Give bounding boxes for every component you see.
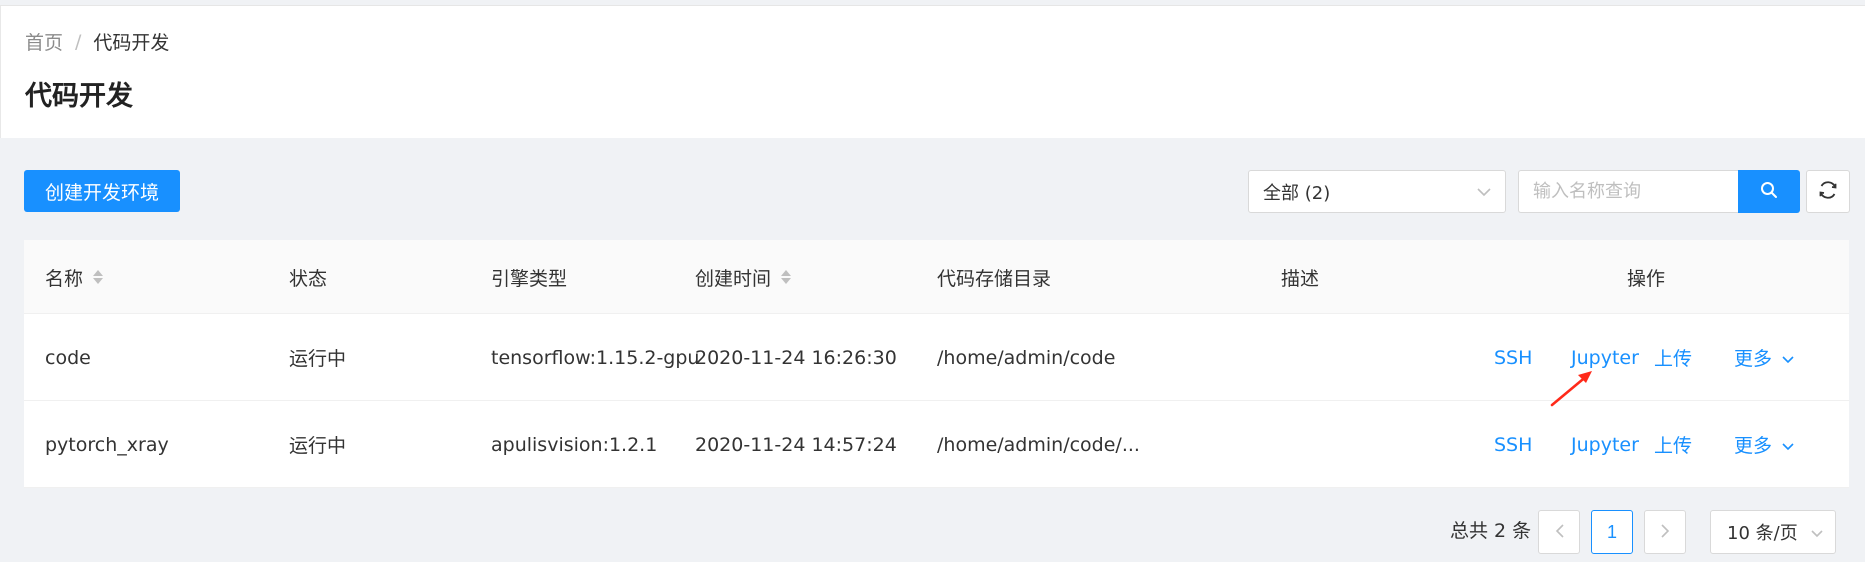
column-label: 创建时间 [695,267,772,290]
upload-link[interactable]: 上传 [1654,314,1692,401]
cell-engine: tensorflow:1.15.2-gpu [491,346,700,369]
breadcrumb-home[interactable]: 首页 [25,28,63,55]
sort-icon[interactable] [781,270,792,284]
chevron-down-icon [1782,347,1794,369]
annotation-arrow-icon [1550,371,1592,407]
breadcrumb: 首页 / 代码开发 [25,28,169,55]
status-filter-value: 全部 (2) [1263,182,1331,204]
cell-engine: apulisvision:1.2.1 [491,433,658,456]
next-page-button[interactable] [1644,510,1686,554]
refresh-button[interactable] [1806,170,1850,213]
column-label: 名称 [45,267,84,290]
cell-name: pytorch_xray [45,433,169,456]
cell-status: 运行中 [289,435,347,457]
prev-page-button[interactable] [1538,510,1580,554]
page-number-button[interactable]: 1 [1591,510,1633,554]
jupyter-link[interactable]: Jupyter [1571,401,1639,488]
column-header-description: 描述 [1281,267,1320,290]
chevron-down-icon [1782,434,1794,456]
search-input[interactable] [1518,170,1738,213]
page-title: 代码开发 [25,81,133,112]
ssh-link[interactable]: SSH [1494,314,1532,401]
column-header-status: 状态 [289,267,328,290]
cell-name: code [45,346,91,369]
pagination-total: 总共 2 条 [1450,520,1532,542]
more-label: 更多 [1734,348,1773,370]
page-header: 首页 / 代码开发 代码开发 [0,6,1865,138]
column-header-operations: 操作 [1627,267,1666,290]
column-header-name[interactable]: 名称 [45,240,104,314]
page-size-select[interactable]: 10 条/页 [1710,510,1836,554]
search-button[interactable] [1738,170,1800,213]
table-header: 名称 状态 引擎类型 创建时间 代码存储目录 描述 操作 [24,240,1849,314]
cell-created: 2020-11-24 16:26:30 [695,346,897,369]
search-icon [1760,181,1778,202]
column-header-created[interactable]: 创建时间 [695,240,792,314]
cell-status: 运行中 [289,348,347,370]
upload-link[interactable]: 上传 [1654,401,1692,488]
sort-icon[interactable] [93,270,104,284]
chevron-right-icon [1660,522,1670,543]
table-row: pytorch_xray 运行中 apulisvision:1.2.1 2020… [24,401,1849,488]
column-header-engine: 引擎类型 [491,267,568,290]
more-dropdown[interactable]: 更多 [1734,401,1794,488]
column-header-dir: 代码存储目录 [937,267,1052,290]
cell-dir: /home/admin/code/... [937,433,1140,456]
breadcrumb-current: 代码开发 [93,32,170,54]
chevron-down-icon [1477,181,1491,202]
more-label: 更多 [1734,435,1773,457]
cell-created: 2020-11-24 14:57:24 [695,433,897,456]
refresh-icon [1817,179,1839,204]
chevron-down-icon [1811,522,1823,543]
cell-dir: /home/admin/code [937,346,1116,369]
page-size-value: 10 条/页 [1727,523,1798,544]
more-dropdown[interactable]: 更多 [1734,314,1794,401]
chevron-left-icon [1555,522,1564,543]
environments-table: 名称 状态 引擎类型 创建时间 代码存储目录 描述 操作 code 运行中 te… [24,240,1849,488]
ssh-link[interactable]: SSH [1494,401,1532,488]
create-environment-button[interactable]: 创建开发环境 [24,170,180,212]
status-filter-select[interactable]: 全部 (2) [1248,170,1506,213]
breadcrumb-separator: / [75,30,82,53]
